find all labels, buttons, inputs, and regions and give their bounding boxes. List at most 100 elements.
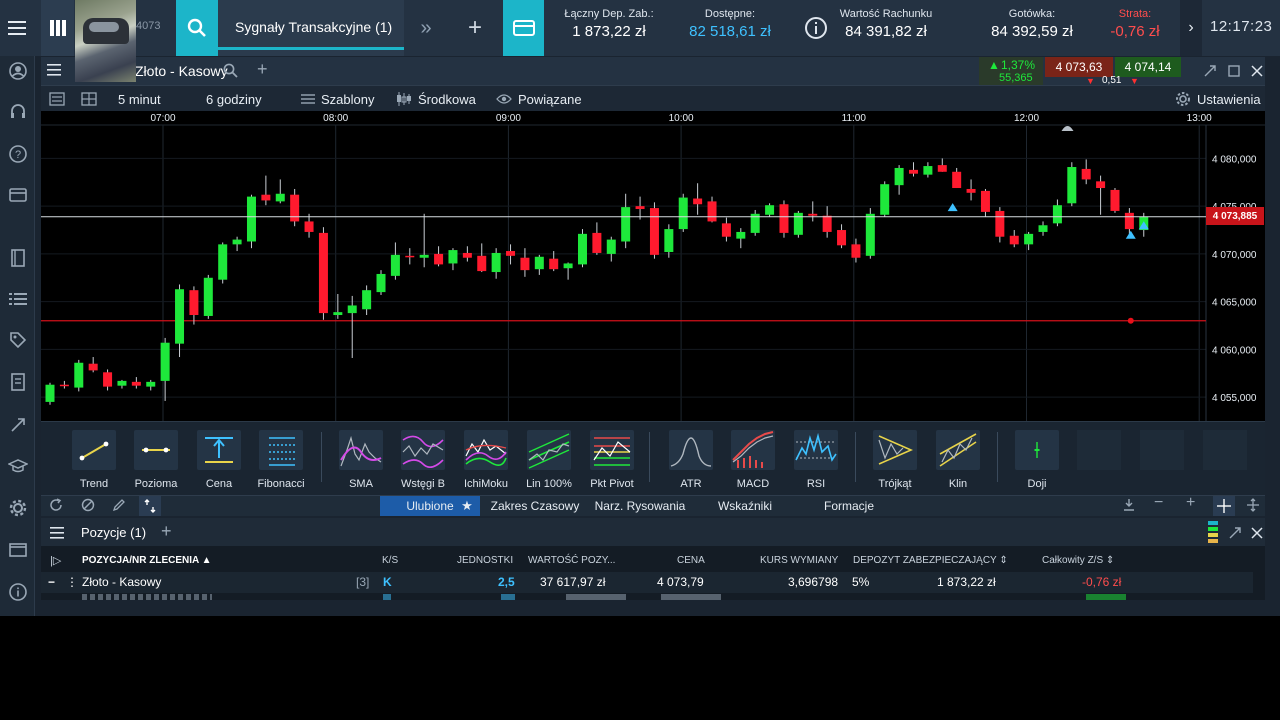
price-type-label: Środkowa (418, 91, 476, 107)
positions-popout-button[interactable] (1229, 526, 1241, 544)
tool-rsi[interactable]: RSI (790, 430, 842, 490)
range-dropdown[interactable]: 6 godziny (206, 86, 262, 112)
products-button[interactable] (7, 247, 29, 269)
tool-sma[interactable]: SMA (335, 430, 387, 490)
sort-button[interactable] (139, 496, 161, 516)
available-label: Dostępne: (704, 8, 756, 20)
col-pl[interactable]: Całkowity Z/S ⇕ (1042, 551, 1114, 571)
search-button[interactable] (176, 0, 218, 56)
hamburger-menu-button[interactable] (0, 0, 34, 56)
account-button[interactable] (7, 60, 29, 82)
candle-body (1038, 225, 1048, 232)
account-info-button[interactable] (801, 0, 831, 56)
table-row[interactable]: − ⋮ Złoto - Kasowy [3] K 2,5 37 617,97 z… (41, 572, 1253, 593)
tool-pivot[interactable]: Pkt Pivot (586, 430, 638, 490)
add-chart-button[interactable]: + (257, 59, 268, 80)
list-button[interactable] (7, 288, 29, 310)
tab-patterns[interactable]: Formacje (817, 496, 881, 516)
expand-metrics-button[interactable]: › (1180, 0, 1202, 56)
tool-linear-regression[interactable]: Lin 100% (523, 430, 575, 490)
linked-button[interactable]: Powiązane (496, 86, 582, 112)
candle-body (1110, 189, 1120, 211)
chart-menu-button[interactable] (47, 63, 61, 81)
empty-tool-slot[interactable] (1077, 430, 1121, 470)
support-button[interactable] (7, 101, 29, 123)
add-panel-button[interactable]: + (161, 521, 172, 542)
payments-button[interactable] (7, 184, 29, 206)
col-fx[interactable]: KURS WYMIANY (760, 551, 838, 571)
tool-triangle[interactable]: Trójkąt (869, 430, 921, 490)
tool-wedge[interactable]: Klin (932, 430, 984, 490)
order-marker (1127, 317, 1134, 324)
empty-tool-slot[interactable] (1203, 430, 1247, 470)
add-tab-button[interactable]: + (456, 0, 494, 56)
tool-price[interactable]: Cena (193, 430, 245, 490)
horizontal-line-icon (134, 430, 178, 470)
empty-tool-slot[interactable] (1140, 430, 1184, 470)
crosshair-button[interactable] (1213, 496, 1235, 516)
layout-button[interactable] (41, 0, 74, 56)
collapse-icon[interactable]: − (48, 572, 55, 593)
templates-button[interactable]: Szablony (301, 86, 374, 112)
tool-fibonacci[interactable]: Fibonacci (255, 430, 307, 490)
tags-button[interactable] (7, 329, 29, 351)
chart-list-button[interactable] (49, 86, 65, 112)
col-value[interactable]: WARTOŚĆ POZY... (528, 551, 615, 571)
info-button[interactable] (7, 581, 29, 603)
wallet-button[interactable] (503, 0, 544, 56)
tools-button[interactable] (7, 414, 29, 436)
chart-grid-button[interactable] (81, 86, 97, 112)
plus-icon: + (467, 14, 482, 41)
hide-button[interactable] (81, 498, 95, 517)
col-side[interactable]: K/S (382, 551, 398, 571)
buy-price-button[interactable]: 4 074,14 (1115, 57, 1181, 77)
star-icon[interactable]: ★ (457, 496, 477, 516)
reports-button[interactable] (7, 371, 29, 393)
position-fx: 3,696798 (788, 575, 839, 589)
tab-time-range[interactable]: Zakres Czasowy (488, 496, 582, 516)
col-price[interactable]: CENA (677, 551, 705, 571)
signals-tab[interactable]: Sygnały Transakcyjne (1) (218, 0, 404, 56)
tool-doji[interactable]: Doji (1011, 430, 1063, 490)
tab-indicators[interactable]: Wskaźniki (713, 496, 777, 516)
tool-macd[interactable]: MACD (727, 430, 779, 490)
education-button[interactable] (7, 455, 29, 477)
tool-trend[interactable]: Trend (68, 430, 120, 490)
zoom-in-button[interactable]: + (1186, 494, 1195, 512)
triangle-pattern-icon (873, 430, 917, 470)
move-button[interactable] (1246, 498, 1260, 517)
settings-button[interactable] (7, 497, 29, 519)
col-units[interactable]: JEDNOSTKI (457, 551, 513, 571)
row-menu-icon[interactable]: ⋮ (66, 572, 78, 593)
interval-dropdown[interactable]: 5 minut (118, 86, 161, 112)
more-tabs-button[interactable]: » (408, 0, 444, 56)
col-position[interactable]: POZYCJA/NR ZLECENIA ▲ (82, 551, 212, 571)
price-chart[interactable]: 07:00 08:00 09:00 10:00 11:00 12:00 13:00 4 080… (41, 111, 1265, 421)
available-value: 82 518,61 zł (689, 23, 771, 40)
price-type-button[interactable]: Środkowa (396, 86, 476, 112)
chart-settings-button[interactable]: Ustawienia (1175, 86, 1261, 112)
refresh-button[interactable] (49, 498, 63, 517)
tool-bollinger[interactable]: Wstęgi B (397, 430, 449, 490)
help-button[interactable]: ? (7, 143, 29, 165)
tool-atr[interactable]: ATR (665, 430, 717, 490)
candle-body (520, 257, 530, 271)
tool-ichimoku[interactable]: IchiMoku (460, 430, 512, 490)
tool-horizontal[interactable]: Pozioma (130, 430, 182, 490)
maximize-button[interactable] (1228, 64, 1240, 82)
close-positions-button[interactable] (1251, 526, 1263, 544)
expand-all-icon[interactable]: |▷ (50, 551, 61, 571)
pencil-button[interactable] (112, 498, 126, 517)
col-margin[interactable]: DEPOZYT ZABEZPIECZAJĄCY ⇕ (853, 551, 1008, 571)
pin-button[interactable] (1122, 498, 1136, 517)
popout-button[interactable] (1204, 64, 1216, 82)
candle-body (246, 196, 256, 242)
tab-drawing-tools[interactable]: Narz. Rysowania (593, 496, 687, 516)
zoom-out-button[interactable]: − (1154, 494, 1163, 512)
instrument-search-button[interactable] (223, 63, 238, 83)
close-chart-button[interactable] (1251, 64, 1263, 82)
sell-price-button[interactable]: 4 073,63 (1045, 57, 1113, 77)
positions-menu-button[interactable] (50, 526, 64, 544)
window-button[interactable] (7, 539, 29, 561)
regression-channel-icon (527, 430, 571, 470)
